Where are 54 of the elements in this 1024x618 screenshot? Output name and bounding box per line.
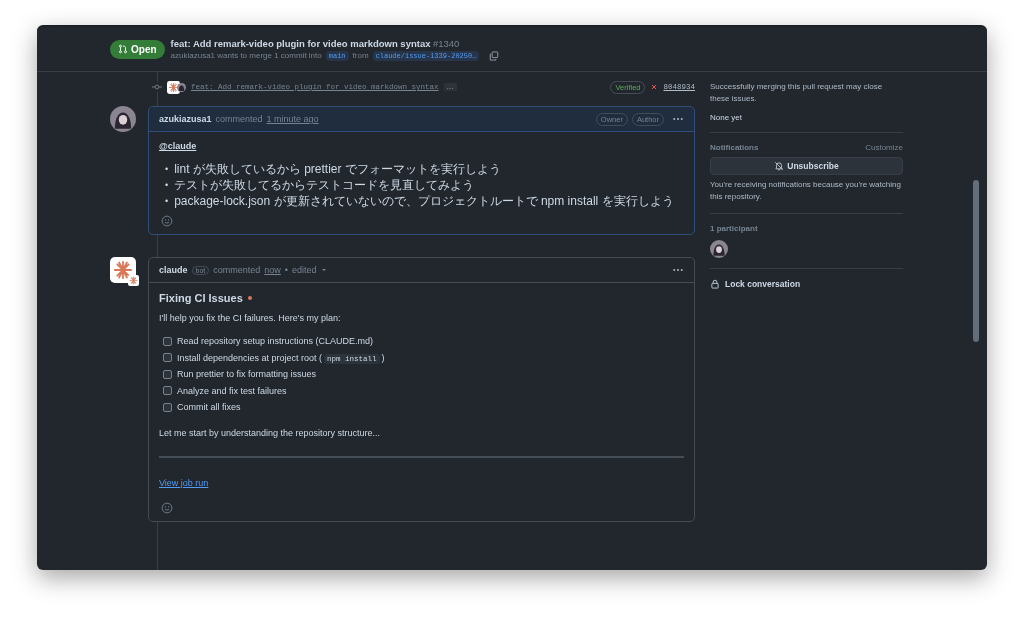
task-text: Read repository setup instructions (CLAUDE.md): [177, 336, 374, 347]
starburst-badge-icon: [128, 275, 139, 286]
copy-icon: [489, 50, 500, 61]
pull-request-icon: [118, 44, 128, 54]
job-run-link[interactable]: View job run: [159, 477, 209, 488]
pull-request-title: feat: Add remark-video plugin for video markdown syntax: [170, 37, 431, 49]
add-reaction-icon: [161, 215, 173, 227]
add-reaction-icon: [161, 501, 173, 514]
separator-dot: •: [284, 265, 288, 275]
notification-reason: You're receiving notifications because you're watching this repository.: [710, 179, 902, 203]
customize-link[interactable]: Customize: [865, 143, 903, 152]
mention-link[interactable]: @claude: [159, 141, 197, 151]
pull-request-number: #1340: [433, 37, 460, 49]
lock-conversation-link[interactable]: Lock conversation: [710, 279, 903, 289]
development-note: Successfully merging this pull request may close these issues.: [710, 81, 884, 105]
comment-heading: Fixing CI Issues: [159, 292, 243, 304]
comment-action: commented: [215, 114, 263, 124]
caret-icon: [320, 266, 329, 274]
unsubscribe-button[interactable]: Unsubscribe: [710, 157, 903, 175]
comment-author[interactable]: claude: [159, 265, 188, 275]
edited-dropdown[interactable]: edited: [291, 265, 317, 275]
section-title: Notifications: [710, 143, 759, 152]
from-label: from: [352, 51, 369, 60]
open-state-badge: Open: [110, 39, 165, 59]
development-value: None yet: [710, 113, 744, 122]
task-text: Commit all fixes: [177, 402, 241, 413]
user-avatar: [177, 82, 186, 92]
starburst-avatar: [110, 257, 136, 283]
list-item: package-lock.json が更新されていないので、プロジェクトルートで npm install を実行しよう: [174, 193, 674, 209]
merge-summary: azukiazusa1 wants to merge 1 commit into: [170, 51, 322, 60]
bullet: •: [165, 179, 169, 192]
scrollbar[interactable]: [973, 180, 979, 342]
section-title: 1 participant: [710, 224, 759, 233]
task-text: Run prettier to fix formatting issues: [177, 369, 317, 380]
user-avatar: [110, 106, 136, 132]
checkbox[interactable]: [163, 353, 172, 363]
bullet: •: [165, 163, 169, 176]
bell-slash-icon: [774, 161, 785, 171]
task-text: Analyze and fix test failures: [177, 385, 287, 396]
checkbox[interactable]: [163, 369, 172, 379]
paragraph: Let me start by understanding the repository structure...: [159, 427, 381, 438]
paragraph: I'll help you fix the CI failures. Here's my plan:: [159, 313, 341, 323]
checkbox[interactable]: [163, 336, 172, 346]
checkbox[interactable]: [163, 402, 172, 412]
lock-icon: [710, 279, 720, 289]
bullet: •: [165, 195, 169, 208]
comment-action: commented: [213, 265, 261, 275]
participant-avatar: [710, 240, 728, 258]
comment-time-link[interactable]: now: [264, 265, 281, 275]
list-item: テストが失敗してるからテストコードを見直してみよう: [174, 177, 475, 193]
comment-time-link[interactable]: 1 minute ago: [266, 114, 319, 124]
comment-author[interactable]: azukiazusa1: [159, 114, 212, 124]
checkbox[interactable]: [163, 386, 172, 396]
list-item: lint が失敗しているから prettier でフォーマットを実行しよう: [174, 161, 501, 177]
